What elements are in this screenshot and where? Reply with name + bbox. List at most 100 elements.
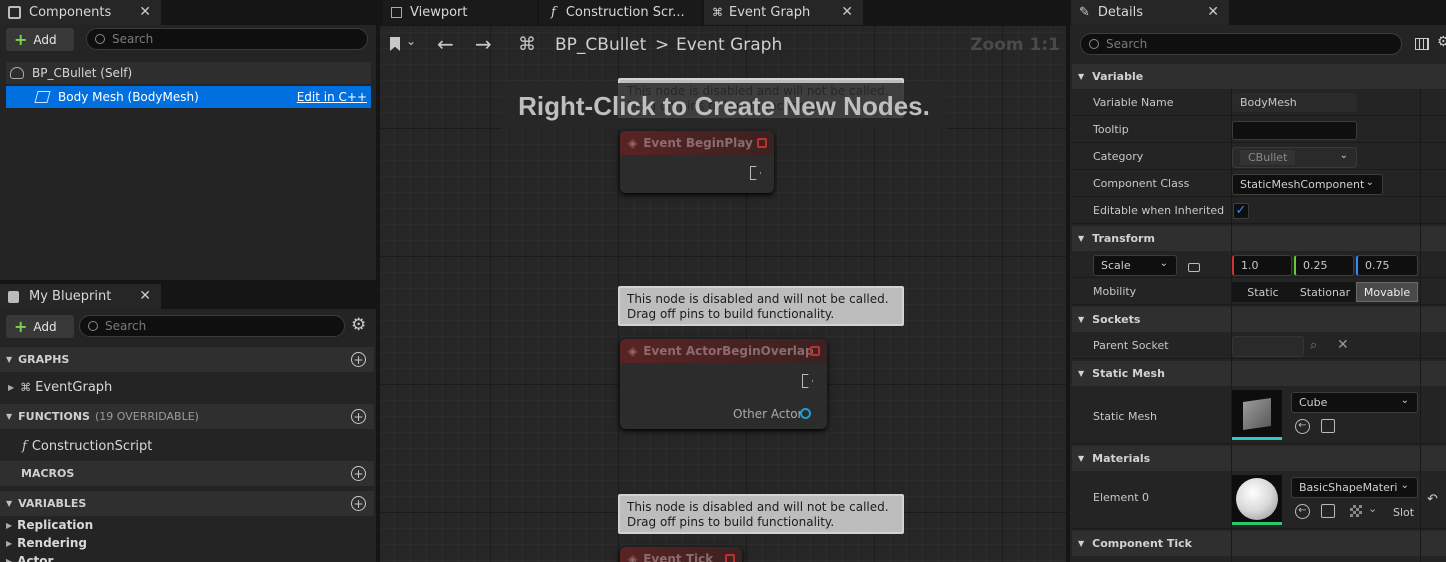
component-body-mesh[interactable]: Body Mesh (BodyMesh) Edit in C++ (6, 86, 371, 108)
mobility-option-stationary[interactable]: Stationar (1294, 282, 1356, 302)
event-tick-node[interactable]: ◈ Event Tick (620, 547, 742, 562)
scale-x-field[interactable]: 1.0 (1232, 255, 1292, 276)
tab-details[interactable]: ✎ Details ✕ (1071, 0, 1229, 25)
gear-icon[interactable]: ⚙ (1437, 34, 1446, 50)
sphere-preview-icon (1236, 477, 1278, 520)
variable-category-replication[interactable]: ▶ Replication (0, 516, 374, 534)
checker-icon[interactable] (1350, 505, 1362, 517)
graphs-header[interactable]: ▼ GRAPHS + (0, 347, 374, 372)
my-blueprint-panel: + Add Search ⚙ ▼ GRAPHS + ▶ ⌘ EventGraph… (0, 309, 376, 562)
event-actor-begin-overlap-node[interactable]: ◈ Event ActorBeginOverlap Other Actor (620, 339, 827, 429)
chevron-down-icon[interactable]: ⌄ (1368, 502, 1377, 515)
breadcrumb-root[interactable]: BP_CBullet (555, 35, 646, 55)
forward-arrow-icon[interactable]: → (475, 32, 492, 56)
close-icon[interactable]: ✕ (1207, 4, 1219, 20)
tab-viewport[interactable]: Viewport (383, 0, 537, 25)
use-selected-icon[interactable]: ← (1295, 504, 1310, 519)
graph-item-eventgraph[interactable]: ▶ ⌘ EventGraph (0, 376, 374, 398)
static-mesh-thumbnail[interactable] (1232, 390, 1282, 440)
add-macro-icon[interactable]: + (351, 466, 366, 481)
reset-to-default-icon[interactable]: ↶ (1427, 492, 1438, 507)
gear-icon[interactable]: ⚙ (351, 315, 366, 335)
function-item-construction[interactable]: f ConstructionScript (0, 435, 374, 457)
scale-y-field[interactable]: 0.25 (1294, 255, 1354, 276)
details-search-input[interactable]: Search (1080, 33, 1402, 55)
details-section-component-tick[interactable]: ▼ Component Tick (1072, 531, 1446, 556)
blueprint-search-input[interactable]: Search (79, 315, 345, 337)
breadcrumb-separator: > (655, 35, 670, 55)
parent-socket-field[interactable] (1232, 336, 1304, 357)
scale-z-field[interactable]: 0.75 (1356, 255, 1418, 276)
variables-header[interactable]: ▼ VARIABLES + (0, 491, 374, 516)
browse-asset-icon[interactable] (1321, 419, 1335, 433)
tooltip-field[interactable] (1232, 121, 1357, 140)
material-thumbnail[interactable] (1232, 475, 1282, 525)
tab-components[interactable]: Components ✕ (0, 0, 161, 25)
close-icon[interactable]: ✕ (139, 288, 151, 304)
exec-pin-icon[interactable] (750, 166, 761, 180)
variable-category-rendering[interactable]: ▶ Rendering (0, 534, 374, 552)
add-function-icon[interactable]: + (351, 409, 366, 424)
mobility-option-static[interactable]: Static (1232, 282, 1294, 302)
event-diamond-icon: ◈ (628, 552, 638, 562)
search-icon (95, 34, 105, 44)
exec-pin-icon[interactable] (802, 374, 813, 388)
details-section-sockets[interactable]: ▼ Sockets (1072, 307, 1446, 332)
tab-event-graph[interactable]: ⌘ Event Graph ✕ (704, 0, 863, 25)
tab-construction-script[interactable]: f Construction Scr... (539, 0, 702, 25)
tab-my-blueprint[interactable]: My Blueprint ✕ (0, 284, 161, 309)
component-class-dropdown[interactable]: StaticMeshComponent ⌄ (1232, 174, 1383, 195)
browse-asset-icon[interactable] (1321, 504, 1335, 518)
object-pin-icon[interactable] (800, 408, 811, 419)
add-graph-icon[interactable]: + (351, 352, 366, 367)
chevron-down-icon: ⌄ (1365, 177, 1374, 188)
browse-socket-icon[interactable]: ⌕ (1310, 338, 1317, 353)
component-self[interactable]: BP_CBullet (Self) (6, 62, 371, 84)
close-icon[interactable]: ✕ (841, 4, 853, 20)
add-component-button[interactable]: + Add (6, 28, 74, 51)
macros-header[interactable]: MACROS + (0, 461, 374, 486)
mobility-option-movable[interactable]: Movable (1356, 282, 1418, 302)
delegate-pin-icon[interactable] (757, 138, 767, 148)
add-blueprint-item-button[interactable]: + Add (6, 315, 74, 338)
back-arrow-icon[interactable]: ← (437, 32, 454, 56)
create-nodes-hint: Right-Click to Create New Nodes. (501, 83, 947, 129)
delegate-pin-icon[interactable] (810, 346, 820, 356)
details-section-static-mesh[interactable]: ▼ Static Mesh (1072, 361, 1446, 386)
variable-category-actor[interactable]: ▶ Actor (0, 552, 374, 562)
functions-header[interactable]: ▼ FUNCTIONS (19 OVERRIDABLE) + (0, 404, 374, 429)
category-value: CBullet (1240, 150, 1296, 165)
bookmark-icon[interactable] (390, 37, 400, 51)
variable-section-label: Variable (1092, 70, 1144, 83)
editable-inherited-checkbox[interactable]: ✓ (1233, 203, 1249, 219)
clear-icon[interactable]: ✕ (1337, 337, 1349, 353)
sockets-section-label: Sockets (1092, 313, 1141, 326)
parent-socket-label: Parent Socket (1093, 339, 1169, 352)
event-graph-canvas[interactable]: ⌄ ← → ⌘ BP_CBullet > Event Graph Zoom 1:… (380, 26, 1066, 562)
event-beginplay-node[interactable]: ◈ Event BeginPlay (620, 131, 774, 193)
category-dropdown[interactable]: CBullet ⌄ (1232, 147, 1357, 168)
details-section-variable[interactable]: ▼ Variable (1072, 64, 1446, 89)
details-section-transform[interactable]: ▼ Transform (1072, 226, 1446, 251)
details-section-materials[interactable]: ▼ Materials (1072, 446, 1446, 471)
table-view-icon[interactable] (1415, 38, 1429, 50)
variable-name-field[interactable]: BodyMesh (1232, 93, 1357, 112)
add-variable-icon[interactable]: + (351, 496, 366, 511)
unlock-icon[interactable] (1188, 263, 1200, 272)
scale-x-value: 1.0 (1241, 259, 1259, 272)
element0-label: Element 0 (1093, 491, 1150, 504)
static-mesh-dropdown[interactable]: Cube ⌄ (1291, 392, 1418, 413)
use-selected-icon[interactable]: ← (1295, 419, 1310, 434)
function-icon: f (551, 5, 556, 20)
close-icon[interactable]: ✕ (139, 4, 151, 20)
components-search-input[interactable]: Search (86, 28, 368, 50)
chevron-down-icon[interactable]: ⌄ (406, 34, 416, 48)
scale-mode-dropdown[interactable]: Scale ⌄ (1093, 255, 1177, 276)
details-column-divider[interactable] (1231, 89, 1232, 562)
edit-in-cpp-link[interactable]: Edit in C++ (297, 90, 367, 104)
details-column-divider[interactable] (1420, 89, 1421, 562)
delegate-pin-icon[interactable] (725, 554, 735, 562)
blueprint-tab-icon (8, 290, 19, 303)
tab-details-label: Details (1097, 5, 1143, 20)
material-dropdown[interactable]: BasicShapeMateri ⌄ (1291, 477, 1418, 498)
